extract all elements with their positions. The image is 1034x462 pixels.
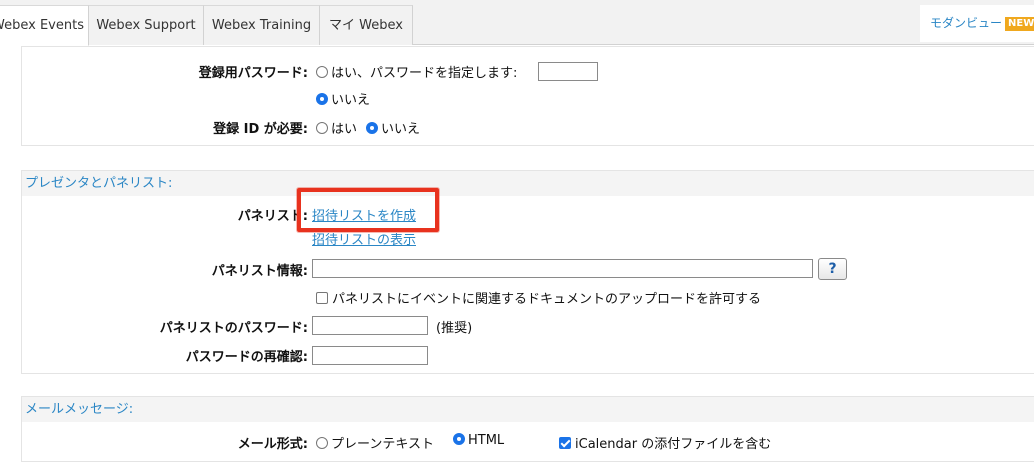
icalendar-checkbox[interactable]	[559, 437, 571, 449]
id-no-radio[interactable]	[366, 122, 378, 134]
id-no-option[interactable]: いいえ	[366, 118, 420, 137]
upload-permission-option[interactable]: パネリストにイベントに関連するドキュメントのアップロードを許可する	[316, 288, 761, 307]
registration-id-label: 登録 ID が必要:	[213, 122, 308, 137]
plain-text-radio[interactable]	[316, 437, 328, 449]
password-yes-option[interactable]: はい、パスワードを指定します:	[316, 62, 517, 81]
presenters-heading: プレゼンタとパネリスト:	[21, 170, 1034, 197]
plain-text-option[interactable]: プレーンテキスト	[316, 433, 434, 452]
id-yes-option[interactable]: はい	[316, 118, 357, 137]
tab-my-webex[interactable]: マイ Webex	[320, 5, 413, 45]
upload-permission-label: パネリストにイベントに関連するドキュメントのアップロードを許可する	[332, 292, 762, 307]
html-option[interactable]: HTML	[453, 433, 504, 448]
highlight-box	[297, 188, 439, 232]
tab-webex-support[interactable]: Webex Support	[89, 5, 204, 45]
confirm-password-label: パスワードの再確認:	[185, 350, 308, 365]
tab-webex-training[interactable]: Webex Training	[204, 5, 320, 45]
id-yes-radio[interactable]	[316, 122, 328, 134]
registration-password-label: 登録用パスワード:	[198, 66, 308, 81]
password-no-option[interactable]: いいえ	[316, 89, 370, 108]
recommended-note: (推奨)	[436, 321, 473, 336]
email-format-label: メール形式:	[237, 437, 308, 452]
new-badge: NEW	[1005, 17, 1034, 31]
html-label: HTML	[468, 433, 505, 448]
confirm-password-input[interactable]	[312, 346, 428, 365]
html-radio[interactable]	[453, 433, 465, 445]
email-heading: メールメッセージ:	[21, 396, 1034, 423]
tab-label: Webex Events	[0, 18, 84, 33]
tab-label: Webex Support	[96, 18, 196, 33]
icalendar-label: iCalendar の添付ファイルを含む	[575, 437, 772, 452]
plain-text-label: プレーンテキスト	[331, 437, 434, 452]
top-tab-bar: Webex Events Webex Support Webex Trainin…	[0, 0, 1034, 46]
icalendar-option[interactable]: iCalendar の添付ファイルを含む	[559, 433, 771, 452]
upload-permission-checkbox[interactable]	[316, 292, 328, 304]
panelist-info-label: パネリスト情報:	[211, 264, 308, 279]
panelist-password-label: パネリストのパスワード:	[159, 321, 308, 336]
id-yes-label: はい	[331, 122, 358, 137]
modern-view-link[interactable]: モダンビュー NEW	[920, 5, 1034, 42]
modern-view-label: モダンビュー	[930, 16, 1003, 30]
help-button[interactable]: ?	[818, 258, 847, 280]
password-yes-label: はい、パスワードを指定します:	[331, 66, 518, 81]
tab-label: Webex Training	[211, 18, 312, 33]
panelists-label: パネリスト:	[237, 209, 308, 224]
registration-password-input[interactable]	[538, 62, 598, 81]
tab-label: マイ Webex	[329, 18, 403, 33]
password-no-radio[interactable]	[316, 93, 328, 105]
password-no-label: いいえ	[331, 93, 371, 108]
id-no-label: いいえ	[381, 122, 421, 137]
password-yes-radio[interactable]	[316, 66, 328, 78]
panelist-info-input[interactable]	[312, 259, 813, 278]
tab-webex-events[interactable]: Webex Events	[0, 5, 89, 46]
panelist-password-input[interactable]	[312, 316, 428, 335]
